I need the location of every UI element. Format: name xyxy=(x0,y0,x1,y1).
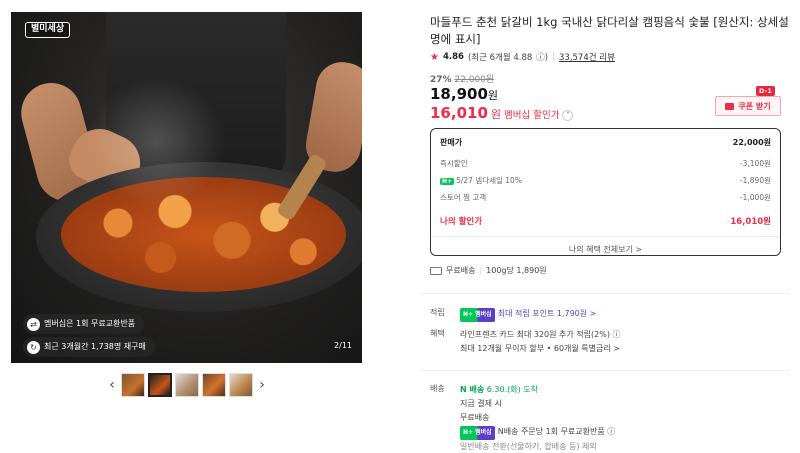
section-divider xyxy=(420,370,790,371)
membership-badge: N+ 멤버십 xyxy=(460,426,495,440)
my-discount-row: 나의 할인가 16,010원 xyxy=(440,206,771,236)
points-key: 적립 xyxy=(430,308,445,317)
repurchase-badge-text: 최근 3개월간 1,738명 재구매 xyxy=(44,342,146,351)
truck-icon xyxy=(430,266,442,275)
member-price-label: 멤버십 할인가 xyxy=(504,110,560,121)
all-benefits-link[interactable]: 나의 혜택 전체보기 > xyxy=(440,237,771,263)
rating-score: 4.86 xyxy=(442,52,464,62)
product-title: 마들푸드 춘천 닭갈비 1kg 국내산 닭다리살 캠핑음식 숯불 [원산지: 상… xyxy=(430,15,789,46)
exchange-badge-text: 멤버십은 1회 무료교환반품 xyxy=(44,319,136,328)
breakdown-head-value: 22,000원 xyxy=(732,137,771,147)
sale-price-unit: 원 xyxy=(487,89,499,102)
section-divider xyxy=(420,293,790,294)
unit-price: 100g당 1,890원 xyxy=(486,266,547,275)
thumbnail-active[interactable] xyxy=(148,373,172,397)
repurchase-icon: ↻ xyxy=(27,340,40,354)
my-discount-label: 나의 할인가 xyxy=(440,217,483,227)
review-count-link[interactable]: 33,574건 리뷰 xyxy=(559,51,615,63)
breakdown-row-label: 즉시할인 xyxy=(440,159,468,168)
image-counter: 2/11 xyxy=(334,341,352,350)
product-main-image[interactable]: 별미세상 ⇄ 멤버십은 1회 무료교환반품 ↻ 최근 3개월간 1,738명 재… xyxy=(11,12,362,363)
thumbnail[interactable] xyxy=(229,373,253,397)
breakdown-row: N+ 5/27 넴다세일 10% -1,890원 xyxy=(440,172,771,189)
points-text[interactable]: 최대 적립 포인트 1,790원 > xyxy=(498,309,597,318)
delivery-row: 배송 N 배송 6.30.(화) 도착 지금 결제 시 무료배송 N+ 멤버십 N… xyxy=(430,383,615,453)
steam-shape xyxy=(81,72,231,212)
member-price-value: 16,010 xyxy=(430,104,488,122)
chevron-left-icon[interactable]: ‹ xyxy=(106,372,118,398)
delivery-line: 지금 결제 시 xyxy=(460,399,502,408)
dday-badge: D-1 xyxy=(756,86,775,96)
member-delivery-text: N배송 주문당 1회 무료교환반품 ⓘ xyxy=(497,427,616,436)
delivery-note: 일반배송 전환(선물하기, 합배송 등) 제외 xyxy=(460,442,597,451)
member-price-unit: 원 xyxy=(490,108,502,121)
coupon-button[interactable]: 쿠폰 받기 xyxy=(715,96,781,116)
n-delivery-badge: N 배송 xyxy=(460,385,485,394)
benefits-key: 혜택 xyxy=(430,329,445,338)
breakdown-head-row: 판매가 22,000원 xyxy=(440,129,771,155)
arrival-date: 6.30.(화) 도착 xyxy=(486,385,538,394)
delivery-line: 무료배송 xyxy=(460,413,490,422)
breakdown-row-label: 스토어 찜 고객 xyxy=(440,193,487,202)
chevron-right-icon[interactable]: › xyxy=(256,372,268,398)
rating-detail: (최근 6개월 4.88 xyxy=(467,53,533,63)
sale-price: 18,900원 xyxy=(430,85,498,103)
coupon-label: 쿠폰 받기 xyxy=(738,101,771,111)
shipping-label: 무료배송 xyxy=(446,266,476,275)
breakdown-row-value: -1,890원 xyxy=(739,176,771,185)
thumbnail[interactable] xyxy=(202,373,226,397)
nplus-badge: N+ xyxy=(440,178,455,185)
brand-logo: 별미세상 xyxy=(25,22,71,38)
membership-badge: N+ 멤버십 xyxy=(460,308,495,322)
exchange-badge: ⇄ 멤버십은 1회 무료교환반품 xyxy=(23,314,145,334)
divider: | xyxy=(552,52,555,62)
breakdown-row: 즉시할인 -3,100원 xyxy=(440,155,771,172)
discount-row: 27% 22,000원 xyxy=(430,72,494,85)
coupon-icon xyxy=(725,102,735,110)
shipping-summary: 무료배송 | 100g당 1,890원 xyxy=(430,265,547,276)
sale-price-value: 18,900 xyxy=(430,85,488,103)
thumbnail[interactable] xyxy=(121,373,145,397)
price-breakdown-box: 판매가 22,000원 즉시할인 -3,100원 N+ 5/27 넴다세일 10%… xyxy=(430,128,781,256)
delivery-key: 배송 xyxy=(430,384,445,393)
thumbnail[interactable] xyxy=(175,373,199,397)
breakdown-head-label: 판매가 xyxy=(440,137,463,147)
rating-row: ★ 4.86 (최근 6개월 4.88 ⓘ) | 33,574건 리뷰 xyxy=(430,51,615,64)
exchange-icon: ⇄ xyxy=(27,317,40,331)
discount-percent: 27% xyxy=(430,75,452,85)
original-price: 22,000원 xyxy=(454,75,495,85)
divider: | xyxy=(479,266,483,275)
points-row[interactable]: 적립 N+ 멤버십 최대 적립 포인트 1,790원 > xyxy=(430,307,596,322)
benefit-line[interactable]: 라인프렌즈 카드 최대 320원 추가 적립(2%) ⓘ xyxy=(460,328,621,342)
breakdown-row-label: 5/27 넴다세일 10% xyxy=(456,176,522,185)
benefits-row: 혜택 라인프렌즈 카드 최대 320원 추가 적립(2%) ⓘ 최대 12개월 … xyxy=(430,328,621,356)
repurchase-badge: ↻ 최근 3개월간 1,738명 재구매 xyxy=(23,337,155,357)
thumbnail-strip: ‹ › xyxy=(106,372,268,398)
breakdown-row-value: -3,100원 xyxy=(739,159,771,168)
benefit-line[interactable]: 최대 12개월 무이자 할부 • 60개월 특별금리 > xyxy=(460,342,621,356)
star-icon: ★ xyxy=(430,51,439,63)
member-price-row[interactable]: 16,010 원 멤버십 할인가 ˄ xyxy=(430,104,574,122)
chevron-up-icon[interactable]: ˄ xyxy=(562,110,574,121)
info-icon[interactable]: ⓘ) xyxy=(536,51,548,63)
breakdown-row-value: -1,000원 xyxy=(739,193,771,202)
breakdown-row: 스토어 찜 고객 -1,000원 xyxy=(440,189,771,206)
my-discount-value: 16,010원 xyxy=(730,217,771,227)
